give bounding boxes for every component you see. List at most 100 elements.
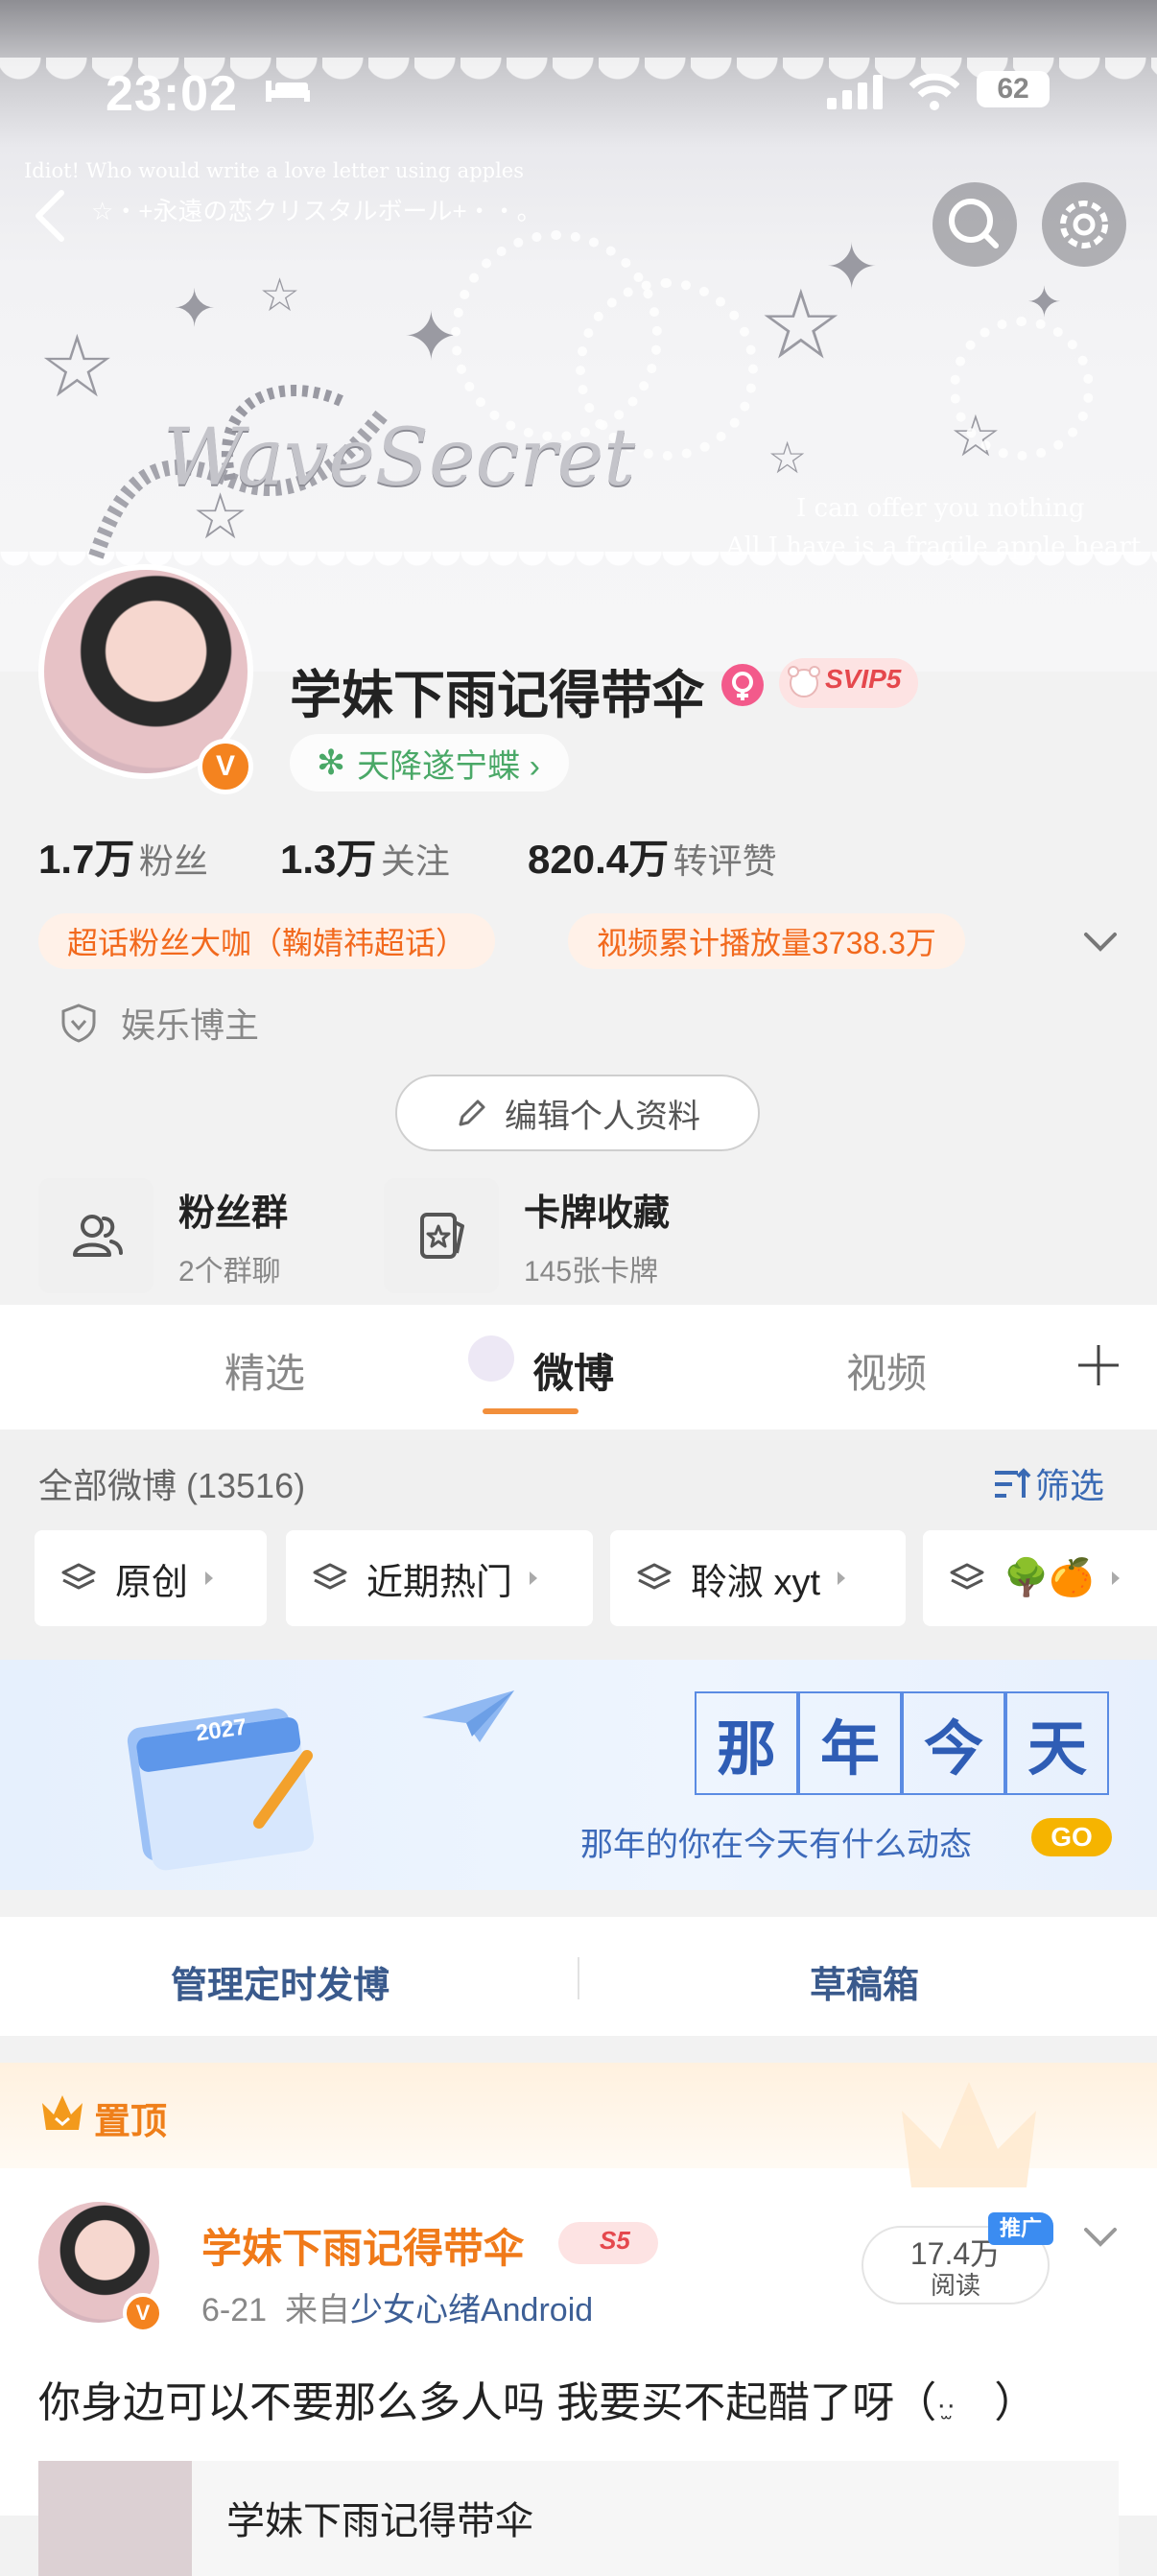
fan-group-entry[interactable]: 粉丝群 2个群聊 [38,1178,288,1293]
filter-chip-label: 🌳🍊 [1004,1558,1095,1598]
filter-chip-label: 聆淑 xyt [691,1562,821,1603]
cover-caption: Idiot! Who would write a love letter usi… [24,159,525,182]
pearl-decoration [950,317,1094,461]
edit-profile-label: 编辑个人资料 [505,1098,700,1135]
cover-brand-script: WaveSecret [163,413,636,504]
status-time: 23:02 [106,66,238,122]
kaomoji-icon: ·̫· [936,2389,956,2422]
post-source[interactable]: 少女心绪Android [350,2292,593,2328]
filter-icon [995,1468,1031,1498]
fan-group-sub: 2个群聊 [178,1255,281,1288]
filter-button[interactable]: 筛选 [993,1458,1104,1508]
card-collection-icon-box [384,1178,499,1293]
attached-post-author: 学妹下雨记得带伞 [226,2500,533,2542]
layers-icon [950,1563,984,1590]
sleep-focus-icon [266,81,310,102]
card-collection-entry[interactable]: 卡牌收藏 145张卡牌 [384,1178,670,1293]
cover-quote-line: All I have is a fragile apple heart [726,532,1142,561]
followers-count: 1.7万 [38,837,135,882]
post-menu-chevron-icon[interactable] [1080,2224,1121,2251]
post-text: 你身边可以不要那么多人吗 我要买不起醋了呀（·̫· ） [38,2368,1036,2429]
scheduled-posts-button[interactable]: 管理定时发博 [171,1955,390,2008]
verified-badge-icon: V [198,739,253,794]
card-star-icon [420,1213,464,1259]
search-button[interactable] [933,182,1017,267]
layers-icon [313,1563,347,1590]
post-author-name[interactable]: 学妹下雨记得带伞 [201,2216,524,2275]
tab-featured[interactable]: 精选 [224,1341,305,1400]
expand-chevron-icon[interactable] [1080,929,1121,956]
pencil-icon [459,1099,485,1126]
on-this-day-subtitle: 那年的你在今天有什么动态 [580,1826,972,1864]
search-icon [949,199,999,248]
filter-label: 筛选 [1035,1466,1105,1505]
gear-icon [1060,201,1108,248]
chip-arrow-icon [838,1572,846,1585]
tab-video[interactable]: 视频 [846,1341,927,1400]
svip-label: SVIP5 [825,664,902,694]
filter-chip-tag[interactable]: 聆淑 xyt [610,1530,906,1626]
fan-group-icon-box [38,1178,153,1293]
post-meta: 6-21 来自少女心绪Android [201,2283,593,2330]
shield-icon [61,1004,96,1043]
pinned-label: 置顶 [94,2102,168,2142]
card-collection-sub: 145张卡牌 [524,1255,659,1288]
paper-plane-icon [422,1690,514,1742]
layers-icon [637,1563,672,1590]
verified-badge-icon: V [123,2293,163,2333]
category-label: 娱乐博主 [121,1005,260,1045]
female-icon [721,664,764,706]
attached-post-preview[interactable] [38,2461,1119,2576]
bear-icon [788,666,820,697]
tab-weibo[interactable]: 微博 [533,1341,614,1400]
divider [578,1957,579,1999]
filter-chip-original[interactable]: 原创 [35,1530,267,1626]
achievement-tag[interactable]: 超话粉丝大咖（鞠婧祎超话） [38,913,496,969]
attached-post-thumbnail [38,2461,192,2576]
on-this-day-char: 年 [798,1691,902,1795]
on-this-day-char: 天 [1005,1691,1109,1795]
flower-icon: ✻ [317,743,346,782]
settings-button[interactable] [1042,182,1126,267]
on-this-day-go-button[interactable]: GO [1031,1818,1112,1856]
weibo-count: 全部微博 (13516) [38,1466,306,1505]
post-text-body: 你身边可以不要那么多人吗 我要买不起醋了呀（ [38,2379,937,2426]
active-tab-indicator [483,1408,578,1414]
post-text-tail: ） [994,2379,1037,2426]
filter-chip-label: 原创 [115,1562,189,1603]
followers-stat[interactable]: 1.7万 粉丝 [38,827,208,886]
on-this-day-char: 今 [902,1691,1005,1795]
wifi-icon [909,73,959,110]
battery-level: 62 [997,73,1029,105]
star-decoration: ☆ [259,271,301,321]
signal-icon [827,75,883,109]
chip-arrow-icon [530,1572,538,1585]
crown-watermark-icon [902,2082,1036,2187]
on-this-day-char: 那 [695,1691,798,1795]
followers-label: 粉丝 [138,841,208,881]
achievement-tag[interactable]: 视频累计播放量3738.3万 [568,913,965,969]
star-decoration: ☆ [767,433,808,483]
back-button[interactable] [27,187,75,245]
drafts-button[interactable]: 草稿箱 [810,1955,919,2008]
engagement-label: 转评赞 [673,841,777,881]
layers-icon [61,1563,96,1590]
engagement-count: 820.4万 [528,837,670,882]
filter-chip-recent-hot[interactable]: 近期热门 [286,1530,593,1626]
following-stat[interactable]: 1.3万 关注 [280,827,450,886]
promote-badge[interactable]: 推广 [988,2212,1053,2245]
fan-group-title: 粉丝群 [178,1193,289,1234]
add-tab-icon[interactable] [1074,1341,1122,1389]
ip-location-chip[interactable]: ✻ 天降遂宁蝶 › [290,734,569,792]
engagement-stat[interactable]: 820.4万 转评赞 [528,827,777,886]
filter-chip-emoji[interactable]: 🌳🍊 [923,1530,1157,1626]
group-icon [73,1215,123,1257]
category-row: 娱乐博主 [58,998,259,1048]
achievement-tag-label: 超话粉丝大咖（鞠婧祎超话） [67,926,467,960]
card-collection-title: 卡牌收藏 [524,1193,671,1234]
ip-location-label: 天降遂宁蝶 › [357,747,540,785]
edit-profile-button[interactable]: 编辑个人资料 [395,1075,760,1151]
filter-chip-label: 近期热门 [366,1562,513,1603]
following-label: 关注 [380,841,450,881]
crown-icon [42,2095,83,2130]
